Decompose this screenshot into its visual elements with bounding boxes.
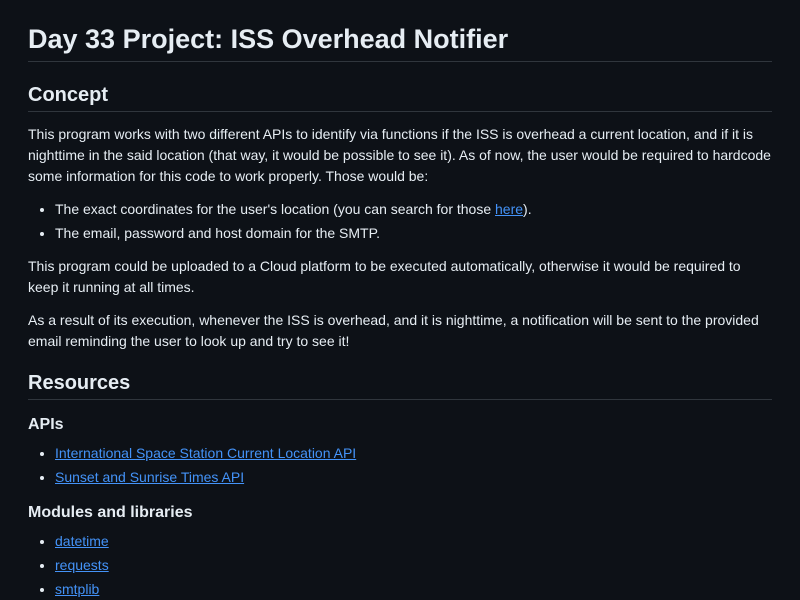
apis-list: International Space Station Current Loca…: [28, 443, 772, 488]
list-item: The email, password and host domain for …: [55, 223, 772, 244]
smtplib-link[interactable]: smtplib: [55, 581, 99, 597]
list-item: Sunset and Sunrise Times API: [55, 467, 772, 488]
concept-paragraph-cloud: This program could be uploaded to a Clou…: [28, 258, 741, 295]
here-link[interactable]: here: [495, 201, 523, 217]
sunrise-sunset-api-link[interactable]: Sunset and Sunrise Times API: [55, 469, 244, 485]
modules-heading: Modules and libraries: [28, 504, 193, 521]
datetime-link[interactable]: datetime: [55, 533, 109, 549]
concept-paragraph-result: As a result of its execution, whenever t…: [28, 312, 759, 349]
modules-list: datetime requests smtplib time: [28, 531, 772, 600]
concept-intro: This program works with two different AP…: [28, 126, 771, 184]
list-item: International Space Station Current Loca…: [55, 443, 772, 464]
list-item: The exact coordinates for the user's loc…: [55, 199, 772, 220]
concept-heading: Concept: [28, 82, 772, 112]
apis-heading: APIs: [28, 416, 64, 433]
list-item-text: The exact coordinates for the user's loc…: [55, 201, 496, 217]
resources-heading: Resources: [28, 370, 772, 400]
list-item-text-suffix: ).: [523, 201, 532, 217]
requirements-list: The exact coordinates for the user's loc…: [28, 199, 772, 244]
list-item: smtplib: [55, 579, 772, 600]
requests-link[interactable]: requests: [55, 557, 109, 573]
list-item: datetime: [55, 531, 772, 552]
page-title: Day 33 Project: ISS Overhead Notifier: [28, 22, 772, 62]
list-item-text: The email, password and host domain for …: [55, 225, 381, 241]
readme-page: Day 33 Project: ISS Overhead Notifier Co…: [0, 0, 800, 600]
list-item: requests: [55, 555, 772, 576]
iss-location-api-link[interactable]: International Space Station Current Loca…: [55, 445, 356, 461]
